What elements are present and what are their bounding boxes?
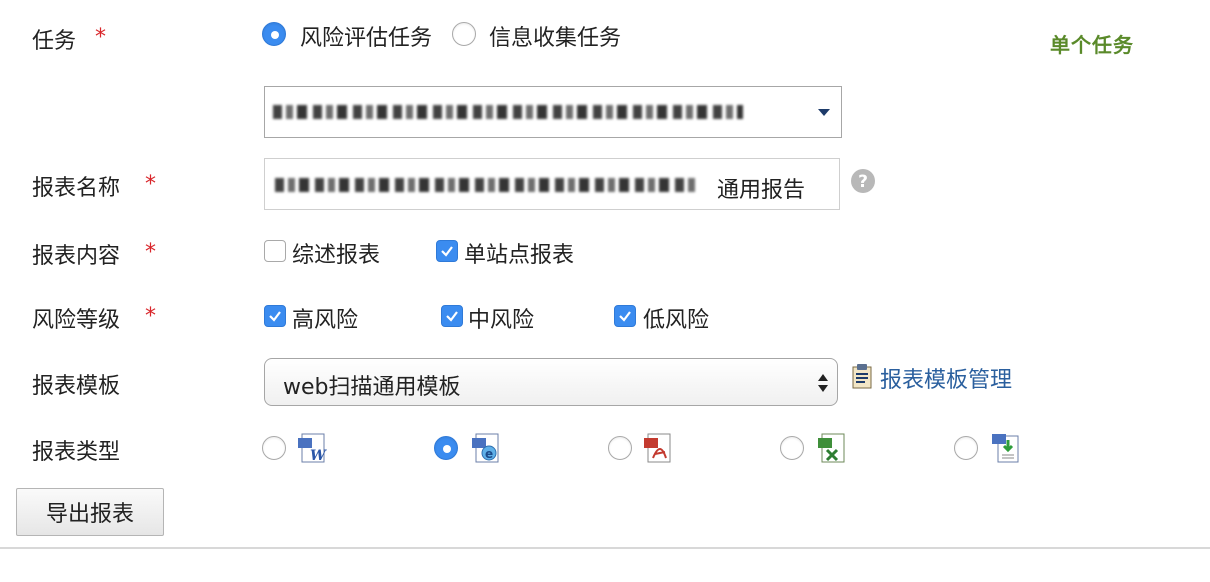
report-type-excel-radio[interactable]	[780, 436, 804, 460]
mode-label: 单个任务	[1050, 33, 1134, 57]
xml-doc-icon	[992, 434, 1019, 463]
check-icon	[269, 311, 281, 322]
task-radio-risk[interactable]	[262, 22, 286, 46]
task-option-risk-label: 风险评估任务	[300, 26, 433, 51]
html-doc-icon: e	[472, 433, 499, 463]
report-type-pdf-radio[interactable]	[608, 436, 632, 460]
select-arrows-icon	[818, 374, 828, 392]
report-type-html-radio[interactable]	[434, 436, 458, 460]
single-site-report-label: 单站点报表	[464, 243, 575, 268]
check-icon	[441, 246, 453, 257]
report-name-suffix: 通用报告	[717, 178, 806, 203]
required-mark: *	[145, 304, 156, 329]
clipboard-icon[interactable]	[851, 363, 873, 389]
task-option-info-label: 信息收集任务	[489, 26, 622, 51]
pdf-doc-icon	[644, 433, 671, 463]
svg-text:?: ?	[858, 172, 868, 192]
excel-doc-icon	[818, 433, 845, 463]
low-risk-checkbox[interactable]	[614, 305, 636, 327]
divider	[0, 547, 1210, 549]
task-select[interactable]	[264, 86, 842, 138]
svg-text:e: e	[485, 447, 493, 461]
medium-risk-label: 中风险	[468, 308, 535, 333]
template-select[interactable]: web扫描通用模板	[264, 358, 838, 406]
report-type-word-radio[interactable]	[262, 436, 286, 460]
report-content-label: 报表内容	[32, 244, 121, 269]
report-type-xml-radio[interactable]	[954, 436, 978, 460]
low-risk-label: 低风险	[643, 308, 710, 333]
svg-text:W: W	[310, 448, 327, 464]
template-manage-link[interactable]: 报表模板管理	[880, 362, 1012, 394]
template-select-value: web扫描通用模板	[283, 375, 461, 400]
medium-risk-checkbox[interactable]	[441, 305, 463, 327]
export-report-button[interactable]: 导出报表	[16, 488, 164, 536]
check-icon	[619, 311, 631, 322]
help-icon[interactable]: ?	[850, 168, 876, 194]
report-type-label: 报表类型	[32, 440, 121, 465]
chevron-down-icon	[818, 109, 830, 116]
word-doc-icon: W	[298, 433, 327, 464]
required-mark: *	[145, 172, 156, 197]
summary-report-checkbox[interactable]	[264, 240, 286, 262]
report-name-input[interactable]: 通用报告	[264, 158, 840, 210]
summary-report-label: 综述报表	[292, 243, 381, 268]
high-risk-label: 高风险	[292, 308, 359, 333]
template-label: 报表模板	[32, 374, 121, 399]
required-mark: *	[95, 25, 106, 50]
task-label: 任务	[32, 29, 77, 54]
export-report-button-label: 导出报表	[45, 502, 134, 527]
obscured-task-name	[273, 105, 743, 119]
single-site-report-checkbox[interactable]	[436, 240, 458, 262]
report-name-label: 报表名称	[32, 176, 121, 201]
task-radio-info[interactable]	[452, 22, 476, 46]
risk-level-label: 风险等级	[32, 308, 121, 333]
required-mark: *	[145, 240, 156, 265]
obscured-report-name	[275, 178, 695, 192]
check-icon	[446, 311, 458, 322]
high-risk-checkbox[interactable]	[264, 305, 286, 327]
